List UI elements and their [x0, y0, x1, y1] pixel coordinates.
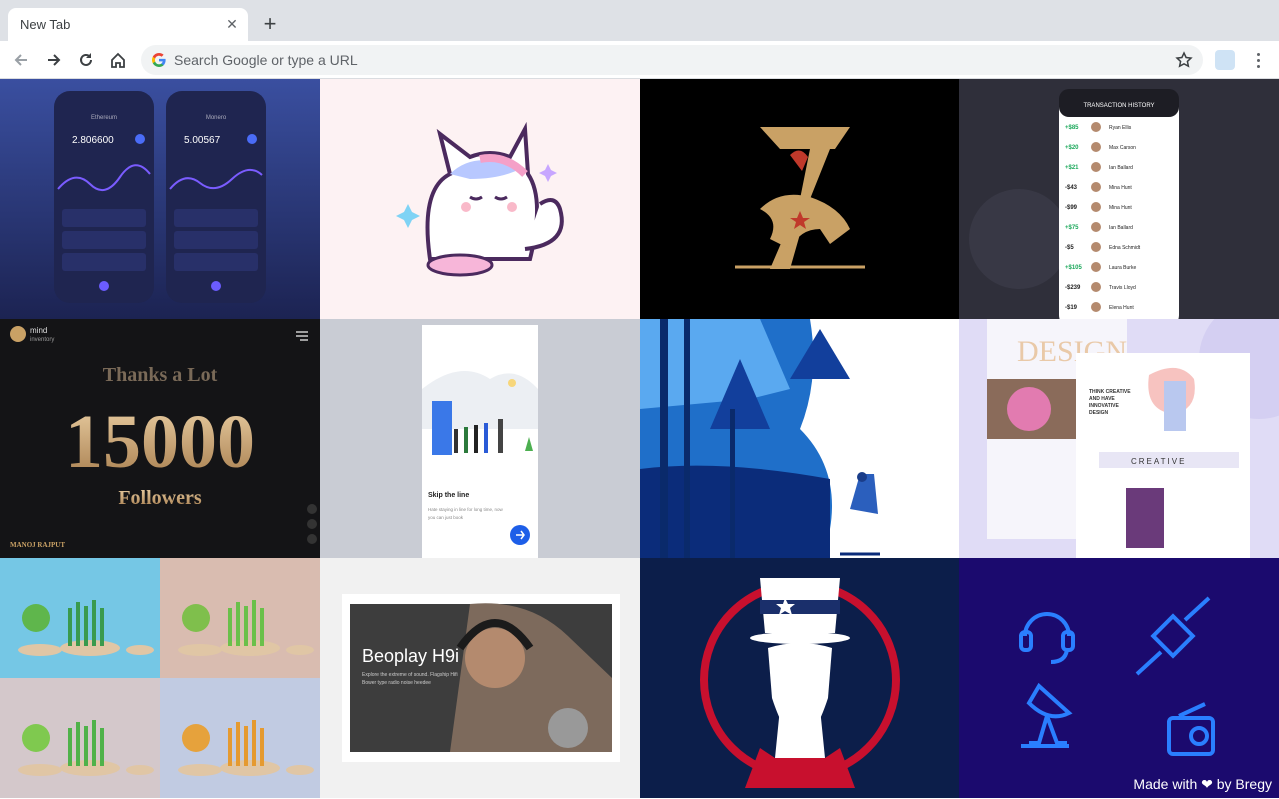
design-headline-2: AND HAVE — [1089, 396, 1115, 402]
made-with-text: Made with — [1133, 776, 1198, 792]
tile-transaction-history[interactable]: TRANSACTION HISTORY +$85 Ryan Ellis +$20 Ma… — [959, 79, 1279, 319]
avatar — [1091, 302, 1101, 312]
design-headline-1: THINK CREATIVE — [1089, 389, 1131, 395]
tab-new-tab[interactable]: New Tab ✕ — [8, 8, 248, 41]
close-icon[interactable]: ✕ — [224, 16, 240, 32]
avatar — [1091, 282, 1101, 292]
design-headline-4: DESIGN — [1089, 410, 1109, 416]
new-tab-button[interactable]: + — [258, 13, 282, 37]
coin1-label: Ethereum — [91, 115, 117, 121]
tile-forest-illustration[interactable] — [640, 319, 960, 559]
tile-beoplay[interactable]: Beoplay H9i Explore the extreme of sound… — [320, 558, 640, 798]
transaction-amount: -$99 — [1065, 205, 1078, 211]
transaction-title: TRANSACTION HISTORY — [1083, 103, 1154, 109]
transaction-amount: -$19 — [1065, 305, 1078, 311]
bookmark-star-icon[interactable] — [1175, 51, 1193, 69]
transaction-name: Mina Hunt — [1109, 205, 1132, 211]
google-g-icon — [152, 53, 166, 67]
transaction-amount: -$5 — [1065, 245, 1074, 251]
omnibox-placeholder: Search Google or type a URL — [174, 52, 358, 68]
avatar — [1091, 122, 1101, 132]
coin2-label: Monero — [206, 115, 227, 121]
beoplay-title: Beoplay H9i — [362, 646, 459, 666]
followers-count: 15000 — [65, 400, 255, 484]
skip-body-1: Hate staying in line for long time, now — [428, 507, 504, 512]
tile-kitten-illustration[interactable] — [320, 79, 640, 319]
transaction-amount: +$20 — [1065, 145, 1079, 151]
avatar — [1091, 162, 1101, 172]
heart-icon: ❤ — [1201, 776, 1213, 792]
transaction-name: Ian Ballard — [1109, 165, 1133, 171]
forward-button[interactable] — [42, 48, 66, 72]
coin1-value: 2.806600 — [72, 135, 114, 146]
tile-terrarium-set[interactable] — [0, 558, 320, 798]
thanks-text: Thanks a Lot — [103, 364, 218, 386]
transaction-name: Mina Hunt — [1109, 185, 1132, 191]
brand-name: mind — [30, 326, 47, 335]
tile-design-layout[interactable]: DESIGN THINK CREATIVE AND HAVE INNOVATIV… — [959, 319, 1279, 559]
tile-knight-logo[interactable] — [640, 79, 960, 319]
design-creative: CREATIVE — [1131, 457, 1186, 466]
omnibox[interactable]: Search Google or type a URL — [141, 45, 1203, 75]
back-arrow-icon — [14, 54, 27, 66]
skip-body-2: you can just book — [428, 515, 464, 520]
transaction-name: Elena Hunt — [1109, 305, 1134, 311]
design-headline-3: INNOVATIVE — [1089, 403, 1119, 409]
transaction-name: Ian Ballard — [1109, 225, 1133, 231]
reload-button[interactable] — [74, 48, 98, 72]
transaction-amount: -$239 — [1065, 285, 1081, 291]
transaction-name: Edna Schmidt — [1109, 245, 1141, 251]
followers-label: Followers — [118, 487, 202, 509]
transaction-name: Ryan Ellis — [1109, 125, 1132, 131]
menu-icon[interactable] — [1248, 50, 1268, 70]
avatar — [1091, 182, 1101, 192]
transaction-name: Max Carson — [1109, 145, 1136, 151]
avatar — [1091, 242, 1101, 252]
made-by-text: by Bregy — [1216, 776, 1272, 792]
browser-chrome: New Tab ✕ + Search Google or type a URL — [0, 0, 1279, 79]
transaction-amount: +$21 — [1065, 165, 1079, 171]
tile-crypto-wallet[interactable]: Ethereum Monero 2.806600 5.00567 — [0, 79, 320, 319]
avatar — [1091, 222, 1101, 232]
skip-title: Skip the line — [428, 492, 469, 499]
transaction-name: Travis Lloyd — [1109, 285, 1136, 291]
transaction-amount: +$75 — [1065, 225, 1079, 231]
beoplay-sub-2: Bower type radio noise heedee — [362, 680, 431, 686]
tile-uncle-sam[interactable] — [640, 558, 960, 798]
shot-grid: Ethereum Monero 2.806600 5.00567 TRANSAC… — [0, 79, 1279, 799]
made-with-credit: Made with ❤ by Bregy — [1133, 776, 1272, 793]
transaction-name: Laura Burke — [1109, 265, 1136, 271]
transaction-amount: +$85 — [1065, 125, 1079, 131]
avatar — [1091, 142, 1101, 152]
extension-icon[interactable] — [1215, 50, 1235, 70]
avatar — [1091, 202, 1101, 212]
home-button[interactable] — [106, 48, 130, 72]
home-icon — [111, 52, 125, 68]
transaction-amount: +$105 — [1065, 265, 1083, 271]
beoplay-sub-1: Explore the extreme of sound. Flagship H… — [362, 672, 458, 678]
forward-arrow-icon — [48, 54, 61, 66]
tile-followers[interactable]: mind inventory Thanks a Lot 15000 Follow… — [0, 319, 320, 559]
toolbar: Search Google or type a URL — [0, 41, 1279, 79]
tile-neon-icons[interactable] — [959, 558, 1279, 798]
author-name: MANOJ RAJPUT — [10, 541, 65, 549]
brand-name-2: inventory — [30, 337, 54, 343]
transaction-amount: -$43 — [1065, 185, 1078, 191]
tab-title: New Tab — [20, 17, 71, 32]
coin2-value: 5.00567 — [184, 135, 221, 146]
reload-icon — [80, 53, 92, 66]
avatar — [1091, 262, 1101, 272]
back-button[interactable] — [9, 48, 33, 72]
tile-skip-the-line[interactable]: Skip the line Hate staying in line for l… — [320, 319, 640, 559]
